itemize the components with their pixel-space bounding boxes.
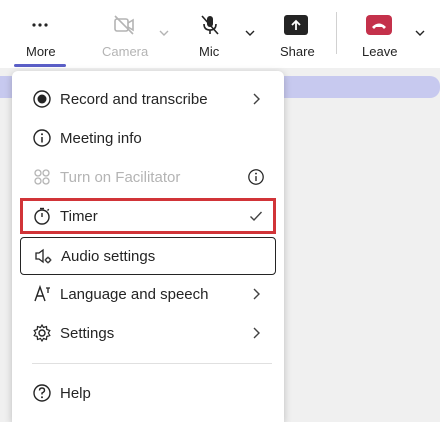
more-horizontal-icon bbox=[32, 23, 48, 27]
mic-button[interactable]: Mic bbox=[184, 0, 236, 68]
toolbar-divider bbox=[336, 12, 337, 54]
camera-options-chevron-down-icon[interactable] bbox=[158, 27, 170, 39]
info-icon[interactable] bbox=[247, 168, 265, 186]
help-icon bbox=[33, 384, 51, 402]
menu-item-audio-settings[interactable]: Audio settings bbox=[20, 237, 276, 275]
gear-icon bbox=[33, 323, 51, 343]
timer-icon bbox=[34, 207, 50, 225]
menu-item-label: Record and transcribe bbox=[60, 90, 208, 108]
more-label: More bbox=[26, 44, 56, 59]
phone-hangup-icon bbox=[366, 15, 392, 35]
menu-item-meeting-info[interactable]: Meeting info bbox=[20, 120, 276, 156]
menu-item-label: Language and speech bbox=[60, 285, 209, 303]
mic-off-icon bbox=[201, 15, 219, 35]
checkmark-icon bbox=[250, 211, 263, 222]
menu-item-label: Turn on Facilitator bbox=[60, 168, 181, 186]
menu-divider bbox=[32, 363, 272, 364]
language-icon bbox=[34, 284, 50, 302]
share-label: Share bbox=[280, 44, 315, 59]
more-menu: Record and transcribe Meeting info Turn … bbox=[12, 71, 284, 422]
chevron-right-icon bbox=[253, 327, 260, 339]
info-icon bbox=[33, 129, 51, 147]
mic-label: Mic bbox=[199, 44, 220, 59]
leave-label: Leave bbox=[362, 44, 398, 59]
more-button[interactable]: More bbox=[14, 0, 66, 68]
menu-item-record-and-transcribe[interactable]: Record and transcribe bbox=[20, 81, 276, 117]
menu-item-label: Timer bbox=[60, 207, 98, 225]
meeting-toolbar: More Camera Mic Share Leave bbox=[0, 0, 440, 68]
speaker-settings-icon bbox=[35, 248, 52, 264]
chevron-right-icon bbox=[253, 288, 260, 300]
mic-options-chevron-down-icon[interactable] bbox=[244, 27, 256, 39]
menu-item-timer[interactable]: Timer bbox=[20, 198, 276, 234]
facilitator-icon bbox=[34, 169, 50, 185]
menu-item-label: Settings bbox=[60, 324, 115, 342]
camera-label: Camera bbox=[102, 44, 149, 59]
menu-item-help[interactable]: Help bbox=[20, 375, 276, 411]
chevron-right-icon bbox=[253, 93, 260, 105]
menu-item-label: Help bbox=[60, 384, 91, 402]
menu-item-label: Meeting info bbox=[60, 129, 142, 147]
camera-off-icon bbox=[114, 15, 134, 35]
share-screen-icon bbox=[284, 15, 308, 35]
menu-item-turn-on-facilitator: Turn on Facilitator bbox=[20, 159, 276, 195]
menu-item-language-and-speech[interactable]: Language and speech bbox=[20, 276, 276, 312]
menu-item-label: Audio settings bbox=[61, 247, 156, 265]
camera-button[interactable]: Camera bbox=[98, 0, 150, 68]
leave-options-chevron-down-icon[interactable] bbox=[414, 27, 426, 39]
record-icon bbox=[33, 90, 51, 108]
more-active-indicator bbox=[14, 64, 66, 67]
menu-item-settings[interactable]: Settings bbox=[20, 315, 276, 351]
